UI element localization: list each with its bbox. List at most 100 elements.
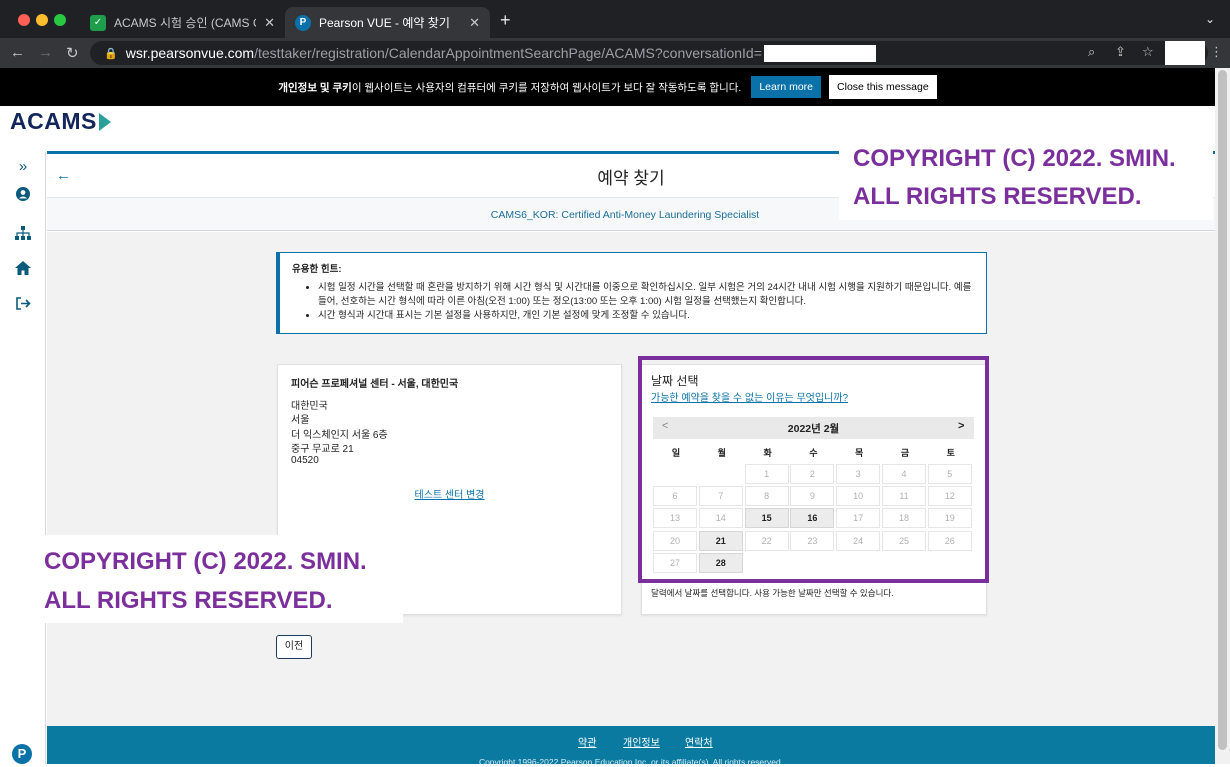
learn-more-button[interactable]: Learn more [751, 76, 822, 98]
calendar-day-unavailable: 24 [836, 530, 881, 551]
calendar-day-unavailable: 11 [882, 486, 926, 507]
weekday-label: 화 [763, 448, 772, 458]
logo-chevron-icon [98, 112, 111, 131]
address-line: 더 익스체인지 서울 6층 [291, 430, 388, 441]
calendar-day-unavailable: 4 [882, 464, 926, 484]
calendar-day-unavailable: 8 [744, 486, 789, 507]
share-icon[interactable]: ⇪ [1115, 44, 1126, 60]
address-bar-row: ← → ↻ 🔒 wsr.pearsonvue.com /testtaker/re… [0, 38, 1230, 68]
change-test-center-link[interactable]: 테스트 센터 변경 [277, 486, 622, 501]
redacted-block [763, 44, 876, 62]
pearson-logo-icon[interactable]: P [12, 744, 32, 764]
calendar-day-unavailable: 6 [653, 486, 697, 507]
cookie-banner-title: 개인정보 및 쿠키 [278, 81, 352, 94]
url-field[interactable]: 🔒 wsr.pearsonvue.com /testtaker/registra… [90, 41, 1208, 65]
weekday-label: 토 [946, 448, 955, 458]
footer-link-contact[interactable]: 연락처 [685, 734, 713, 749]
calendar-note: 달력에서 날짜를 선택합니다. 사용 가능한 날짜만 선택할 수 있습니다. [651, 588, 894, 598]
pearson-favicon-icon: P [295, 14, 311, 31]
url-host: wsr.pearsonvue.com [125, 45, 255, 61]
calendar-day-unavailable: 1 [744, 464, 789, 484]
back-arrow-icon[interactable]: ← [10, 44, 25, 61]
calendar-month-label: 2022년 2월 [787, 423, 840, 435]
calendar-day-unavailable: 7 [698, 486, 743, 507]
footer-link-terms[interactable]: 약관 [578, 734, 596, 749]
bookmark-star-icon[interactable]: ☆ [1142, 44, 1154, 60]
calendar-day-unavailable: 12 [927, 486, 972, 507]
watermark-text: ALL RIGHTS RESERVED. [44, 587, 333, 614]
calendar-day-unavailable: 13 [653, 508, 697, 529]
calendar-day-unavailable: 25 [882, 530, 926, 551]
new-tab-button[interactable]: + [500, 10, 511, 31]
close-tab-icon[interactable]: ✕ [264, 15, 275, 31]
why-no-appointments-link[interactable]: 가능한 예약을 찾을 수 없는 이유는 무엇입니까? [651, 389, 848, 404]
acams-favicon-icon: ✓ [90, 14, 106, 31]
calendar-day-unavailable: 27 [653, 552, 697, 573]
watermark-text: ALL RIGHTS RESERVED. [853, 183, 1142, 210]
home-icon[interactable] [12, 261, 34, 281]
browser-tab-pearson[interactable]: P Pearson VUE - 예약 찾기 ✕ [285, 7, 490, 38]
profile-avatar[interactable] [1165, 41, 1205, 65]
minimize-window-button[interactable] [36, 14, 48, 26]
address-line: 대한민국 [291, 401, 328, 412]
previous-button[interactable]: 이전 [276, 635, 312, 659]
sign-out-icon[interactable] [12, 297, 34, 317]
expand-sidebar-icon[interactable]: » [12, 158, 34, 178]
weekday-label: 일 [671, 448, 681, 458]
address-line: 04520 [291, 455, 319, 466]
calendar-day-available[interactable]: 28 [698, 552, 743, 573]
calendar-day-unavailable: 2 [790, 464, 835, 484]
user-icon[interactable] [12, 187, 34, 207]
weekday-label: 월 [717, 448, 726, 458]
test-center-name: 피어슨 프로페셔널 센터 - 서울, 대한민국 [291, 379, 459, 390]
weekday-label: 목 [855, 448, 864, 458]
close-message-button[interactable]: Close this message [829, 75, 937, 99]
calendar-day-unavailable: 26 [927, 530, 972, 551]
reload-icon[interactable]: ↻ [66, 44, 79, 62]
weekday-label: 금 [900, 448, 910, 458]
scrollbar-thumb[interactable] [1218, 70, 1227, 750]
acams-logo[interactable]: ACAMS [10, 108, 111, 135]
calendar-day-unavailable: 19 [927, 508, 972, 529]
hint-item: 시험 일정 시간을 선택할 때 혼란을 방지하기 위해 시간 형식 및 시간대를… [318, 281, 974, 309]
logo-text: ACAMS [10, 108, 97, 134]
calendar-day-unavailable: 14 [698, 508, 743, 529]
hint-item: 시간 형식과 시간대 표시는 기본 설정을 사용하지만, 개인 기본 설정에 맞… [318, 309, 974, 323]
address-line: 서울 [291, 415, 310, 426]
calendar-day-available[interactable]: 16 [790, 508, 835, 529]
browser-tab-acams[interactable]: ✓ ACAMS 시험 승인 (CAMS Certifi ✕ [80, 7, 285, 38]
calendar-day-unavailable: 3 [836, 464, 881, 484]
footer-link-privacy[interactable]: 개인정보 [623, 734, 660, 749]
url-path: /testtaker/registration/CalendarAppointm… [254, 45, 762, 61]
calendar-day-unavailable: 22 [744, 530, 789, 551]
next-month-button[interactable]: > [958, 420, 964, 432]
hint-title: 유용한 힌트: [292, 264, 342, 275]
cookie-banner: 개인정보 및 쿠키 이 웹사이트는 사용자의 컴퓨터에 쿠키를 저장하여 웹사이… [0, 68, 1215, 106]
watermark-text: COPYRIGHT (C) 2022. SMIN. [44, 548, 367, 575]
tab-title: ACAMS 시험 승인 (CAMS Certifi [114, 16, 256, 30]
helpful-hint-box: 유용한 힌트: 시험 일정 시간을 선택할 때 혼란을 방지하기 위해 시간 형… [276, 252, 987, 334]
more-menu-icon[interactable]: ⋮ [1210, 44, 1223, 60]
page-scrollbar[interactable] [1215, 68, 1230, 764]
select-date-title: 날짜 선택 [651, 374, 699, 388]
calendar-day-available[interactable]: 21 [698, 530, 743, 551]
watermark-text: COPYRIGHT (C) 2022. SMIN. [853, 145, 1176, 172]
calendar-day-unavailable: 18 [882, 508, 926, 529]
zoom-search-icon[interactable]: ⌕ [1088, 44, 1095, 60]
calendar-day-available[interactable]: 15 [744, 508, 789, 529]
close-window-button[interactable] [18, 14, 30, 26]
maximize-window-button[interactable] [54, 14, 66, 26]
calendar-day-unavailable: 17 [836, 508, 881, 529]
tab-list-chevron-down-icon[interactable]: ⌄ [1205, 12, 1215, 26]
close-tab-icon[interactable]: ✕ [469, 15, 480, 31]
calendar-day-unavailable: 9 [790, 486, 835, 507]
browser-tab-bar: ✓ ACAMS 시험 승인 (CAMS Certifi ✕ P Pearson … [0, 0, 1230, 38]
footer-copyright: Copyright 1996-2022 Pearson Education In… [478, 757, 784, 767]
calendar-day-unavailable: 10 [836, 486, 881, 507]
sitemap-icon[interactable] [12, 226, 34, 246]
tab-title: Pearson VUE - 예약 찾기 [319, 16, 450, 30]
forward-arrow-icon[interactable]: → [38, 44, 53, 61]
address-line: 중구 무교로 21 [291, 444, 354, 455]
calendar-day-unavailable: 23 [790, 530, 835, 551]
calendar-day-unavailable: 20 [653, 530, 697, 551]
